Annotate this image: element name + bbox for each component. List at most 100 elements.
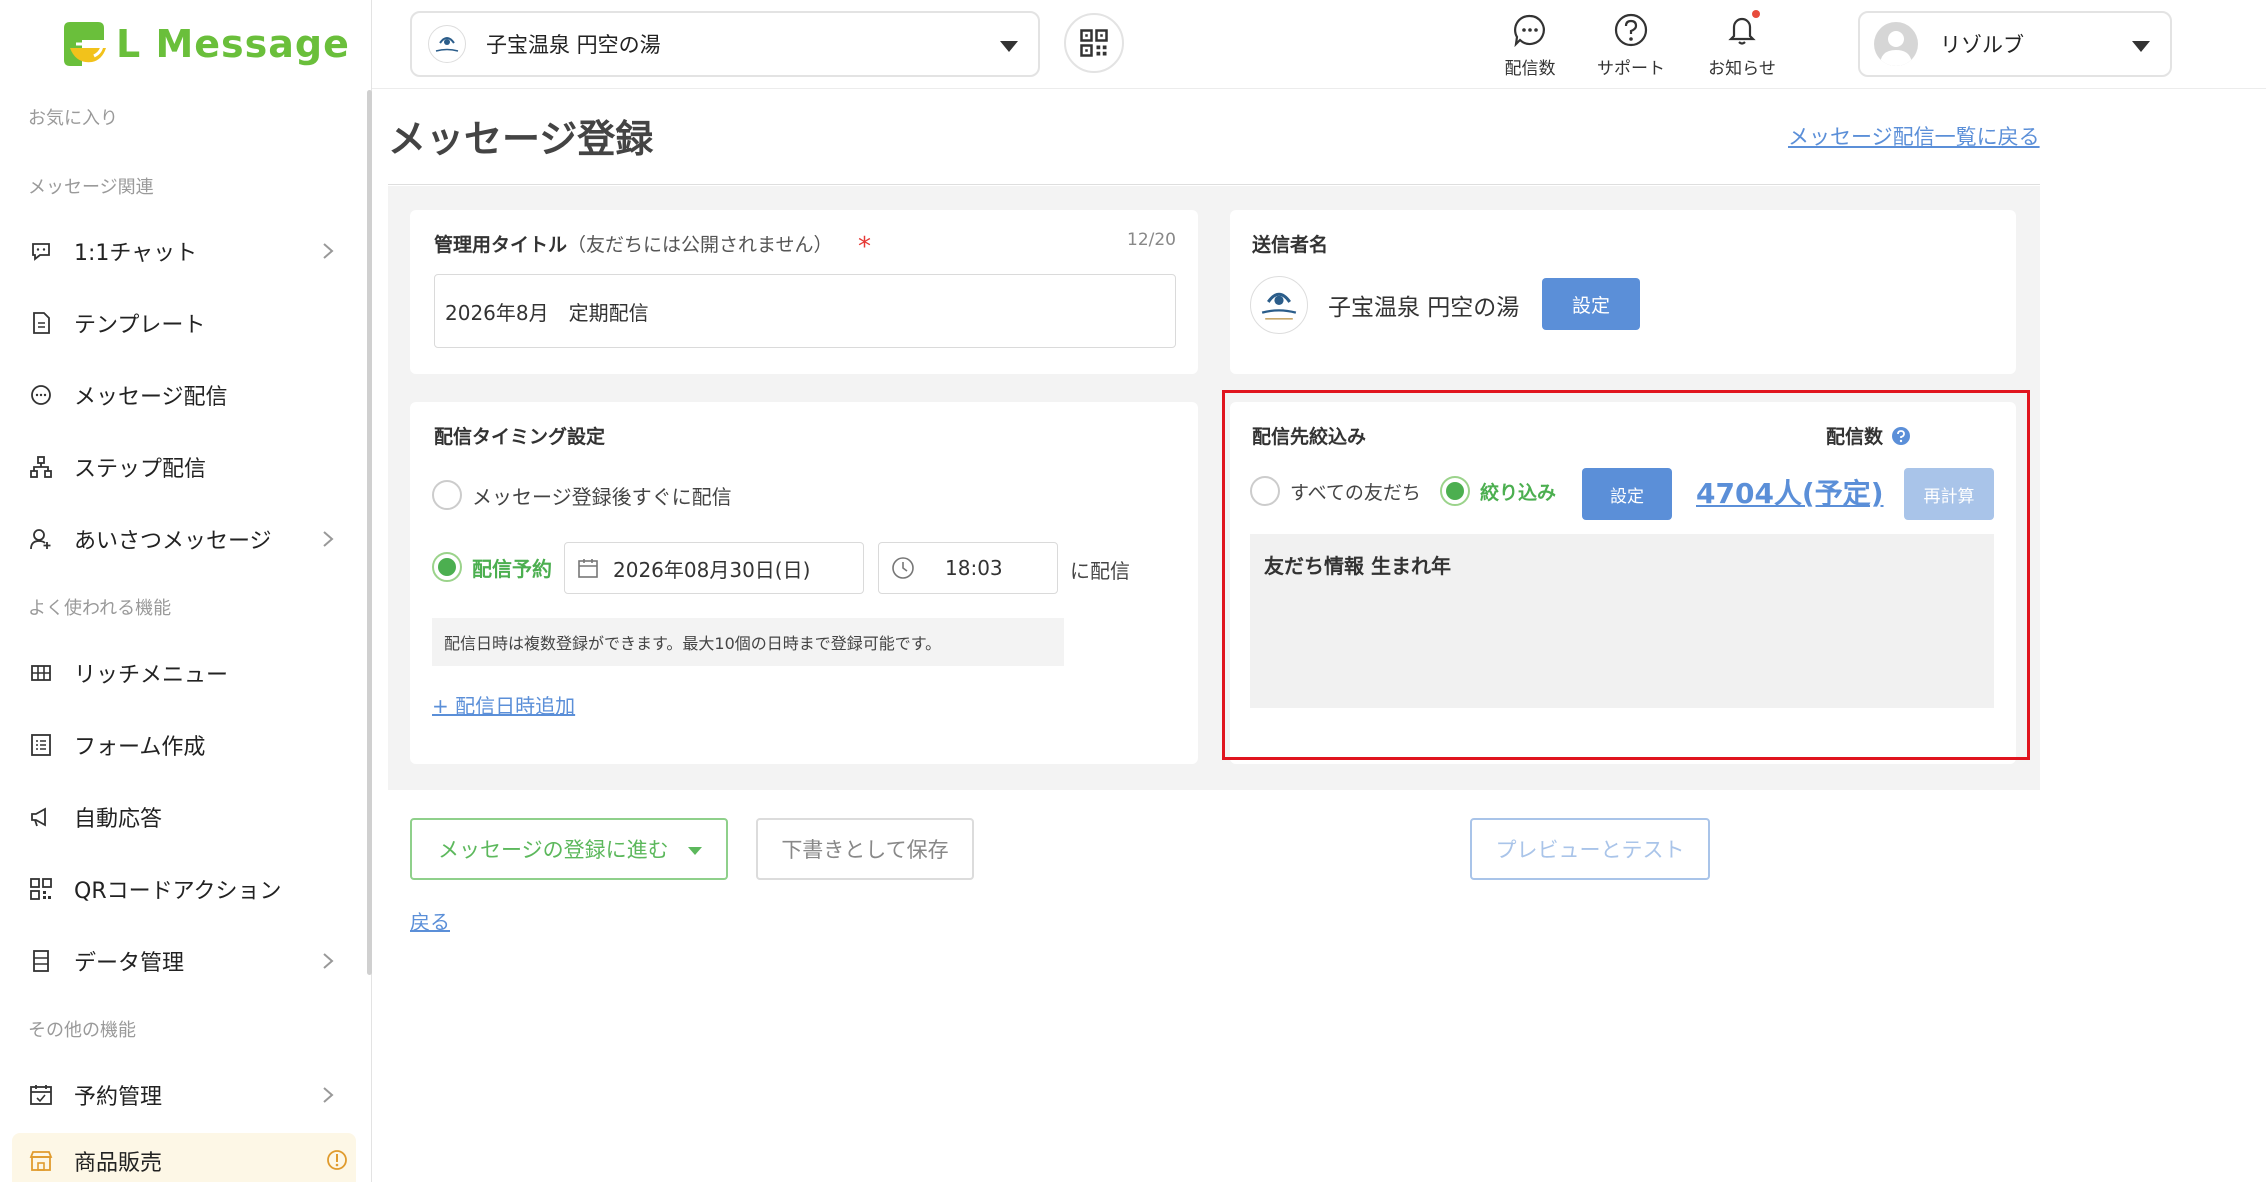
- back-to-list-link[interactable]: メッセージ配信一覧に戻る: [1788, 121, 2040, 151]
- sidebar-item-data[interactable]: データ管理: [28, 933, 338, 989]
- sidebar-item-step-delivery[interactable]: ステップ配信: [28, 439, 338, 495]
- notification-dot: [1752, 10, 1760, 18]
- title-card: 管理用タイトル（友だちには公開されません） * 12/20 2026年8月 定期…: [410, 210, 1198, 374]
- radio-send-immediately[interactable]: メッセージ登録後すぐに配信: [432, 480, 732, 510]
- sender-label: 送信者名: [1252, 234, 1329, 256]
- section-favorites: お気に入り: [28, 108, 118, 129]
- chevron-right-icon: [323, 1087, 334, 1103]
- section-message: メッセージ関連: [28, 177, 154, 198]
- bell-icon: [1724, 10, 1760, 48]
- sidebar-item-label: リッチメニュー: [74, 663, 229, 688]
- schedule-time-value: 18:03: [945, 556, 1003, 580]
- add-schedule-link[interactable]: + 配信日時追加: [432, 690, 575, 719]
- radio-circle: [432, 552, 462, 582]
- section-other: その他の機能: [28, 1020, 136, 1041]
- sidebar-item-label: QRコードアクション: [74, 879, 282, 904]
- message-icon: [28, 382, 54, 408]
- sidebar-item-label: 1:1チャット: [74, 241, 198, 266]
- nav-label: 配信数: [1504, 59, 1556, 79]
- required-mark: *: [858, 232, 871, 262]
- proceed-register-button[interactable]: メッセージの登録に進む: [410, 818, 728, 880]
- nav-message-count[interactable]: 配信数: [1480, 12, 1580, 82]
- account-avatar: [428, 25, 466, 63]
- schedule-suffix: に配信: [1070, 559, 1130, 583]
- sidebar-item-label: フォーム作成: [74, 735, 206, 760]
- user-name: リゾルブ: [1940, 33, 2024, 57]
- sidebar-item-chat[interactable]: 1:1チャット: [28, 223, 338, 279]
- back-link[interactable]: 戻る: [410, 906, 450, 935]
- radio-circle: [432, 480, 462, 510]
- form-icon: [28, 732, 54, 758]
- account-selector[interactable]: 子宝温泉 円空の湯: [410, 11, 1040, 77]
- sidebar-item-label: 商品販売: [74, 1151, 163, 1176]
- title-divider: [388, 184, 2040, 185]
- topbar-divider: [372, 88, 2266, 89]
- sidebar-item-label: 予約管理: [74, 1085, 163, 1110]
- sidebar-item-qr-action[interactable]: QRコードアクション: [28, 861, 338, 917]
- sidebar-item-label: データ管理: [74, 951, 185, 976]
- timing-card: 配信タイミング設定 メッセージ登録後すぐに配信 配信予約 2026年08月30日…: [410, 402, 1198, 764]
- sender-avatar: [1250, 276, 1308, 334]
- management-title-input[interactable]: 2026年8月 定期配信: [434, 274, 1176, 348]
- qr-icon: [1080, 29, 1108, 57]
- highlight-frame: [1222, 390, 2030, 760]
- chevron-right-icon: [323, 243, 334, 259]
- sidebar-item-greeting[interactable]: あいさつメッセージ: [28, 511, 338, 567]
- sidebar-item-label: あいさつメッセージ: [74, 529, 272, 554]
- nav-label: お知らせ: [1708, 59, 1776, 79]
- message-count-icon: [1512, 12, 1548, 48]
- sidebar-item-label: メッセージ配信: [74, 385, 228, 410]
- calendar-icon: [578, 559, 598, 578]
- schedule-date-value: 2026年08月30日(日): [613, 557, 811, 582]
- proceed-label: メッセージの登録に進む: [438, 838, 669, 862]
- sidebar-item-label: テンプレート: [74, 313, 206, 338]
- account-name: 子宝温泉 円空の湯: [486, 33, 661, 57]
- chat-icon: [28, 238, 54, 264]
- database-icon: [28, 948, 54, 974]
- save-draft-button[interactable]: 下書きとして保存: [756, 818, 974, 880]
- help-icon: [1613, 12, 1649, 48]
- radio-scheduled[interactable]: 配信予約: [432, 552, 552, 582]
- logo-icon: [58, 18, 110, 70]
- sidebar-item-rich-menu[interactable]: リッチメニュー: [28, 645, 338, 701]
- chevron-right-icon: [323, 953, 334, 969]
- calendar-icon: [28, 1082, 54, 1108]
- user-menu[interactable]: リゾルブ: [1858, 11, 2172, 77]
- sidebar-item-form[interactable]: フォーム作成: [28, 717, 338, 773]
- sidebar-item-product-sales[interactable]: 商品販売: [12, 1133, 356, 1182]
- grid-icon: [28, 660, 54, 686]
- sidebar-item-label: 自動応答: [74, 807, 163, 832]
- sidebar-item-message-delivery[interactable]: メッセージ配信: [28, 367, 338, 423]
- caret-down-icon: [1000, 41, 1018, 52]
- qr-code-button[interactable]: [1064, 13, 1124, 73]
- char-counter: 12/20: [1127, 230, 1176, 250]
- info-alert-icon: [327, 1150, 347, 1170]
- section-common: よく使われる機能: [28, 598, 172, 619]
- qr-icon: [28, 876, 54, 902]
- schedule-date-input[interactable]: 2026年08月30日(日): [564, 542, 864, 594]
- radio-label: 配信予約: [472, 556, 552, 581]
- sender-set-button[interactable]: 設定: [1542, 278, 1640, 330]
- document-icon: [28, 310, 54, 336]
- sidebar-item-template[interactable]: テンプレート: [28, 295, 338, 351]
- sidebar-item-reservation[interactable]: 予約管理: [28, 1067, 338, 1123]
- logo-text: L Message: [116, 22, 350, 66]
- app-logo[interactable]: L Message: [58, 18, 350, 70]
- sidebar-item-label: ステップ配信: [74, 457, 207, 482]
- user-add-icon: [28, 526, 54, 552]
- schedule-time-input[interactable]: 18:03: [878, 542, 1058, 594]
- megaphone-icon: [28, 804, 54, 830]
- title-label: 管理用タイトル（友だちには公開されません）: [434, 234, 833, 256]
- store-icon: [28, 1148, 54, 1174]
- caret-down-icon: [688, 847, 702, 855]
- radio-label: メッセージ登録後すぐに配信: [472, 484, 732, 509]
- sidebar-scrollbar[interactable]: [367, 90, 372, 975]
- page-title: メッセージ登録: [388, 117, 654, 161]
- chevron-right-icon: [323, 531, 334, 547]
- sidebar-item-auto-reply[interactable]: 自動応答: [28, 789, 338, 845]
- user-avatar-icon: [1874, 22, 1918, 66]
- nav-label: サポート: [1597, 59, 1665, 79]
- preview-test-button[interactable]: プレビューとテスト: [1470, 818, 1710, 880]
- nav-support[interactable]: サポート: [1581, 12, 1681, 82]
- nav-notifications[interactable]: お知らせ: [1692, 10, 1792, 82]
